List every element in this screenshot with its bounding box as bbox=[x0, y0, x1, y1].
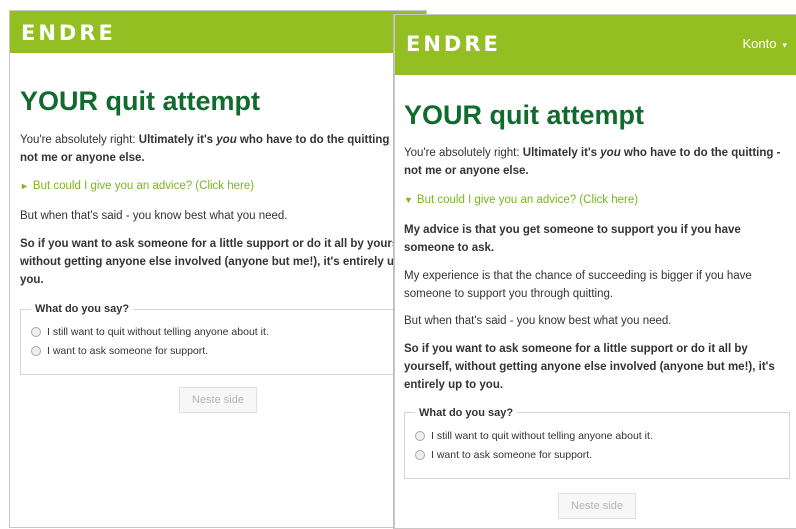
advice-toggle-link[interactable]: ▼ But could I give you an advice? (Click … bbox=[404, 192, 790, 210]
option-ask-support[interactable]: I want to ask someone for support. bbox=[415, 449, 779, 461]
but-when-text: But when that's said - you know best wha… bbox=[404, 315, 672, 328]
advice-toggle-label: But could I give you an advice? (Click h… bbox=[416, 194, 639, 207]
account-label: Konto bbox=[742, 36, 777, 51]
question-legend: What do you say? bbox=[35, 303, 130, 316]
question-legend: What do you say? bbox=[419, 406, 514, 419]
question-fieldset: What do you say? I still want to quit wi… bbox=[20, 303, 416, 376]
page-title: YOUR quit attempt bbox=[20, 86, 260, 116]
radio-button[interactable] bbox=[415, 430, 425, 441]
closing-text: So if you want to ask someone for a litt… bbox=[20, 237, 416, 286]
endre-logo[interactable]: ENDRE bbox=[406, 32, 501, 56]
endre-logo[interactable]: ENDRE bbox=[21, 21, 116, 45]
account-menu[interactable]: Konto ▾ bbox=[742, 36, 787, 51]
advice-heading: My advice is that you get someone to sup… bbox=[404, 224, 741, 254]
page-collapsed-view: ENDRE Konto YOUR quit attempt You're abs… bbox=[9, 10, 427, 528]
question-fieldset: What do you say? I still want to quit wi… bbox=[404, 406, 790, 479]
but-when-text: But when that's said - you know best wha… bbox=[20, 210, 288, 223]
option-quit-alone[interactable]: I still want to quit without telling any… bbox=[415, 430, 779, 442]
advice-detail: My experience is that the chance of succ… bbox=[404, 269, 752, 300]
radio-button[interactable] bbox=[31, 346, 41, 357]
next-page-button[interactable]: Neste side bbox=[179, 387, 257, 414]
intro-text: You're absolutely right: Ultimately it's… bbox=[404, 146, 781, 177]
header-bar: ENDRE Konto ▾ bbox=[395, 15, 796, 75]
closing-text: So if you want to ask someone for a litt… bbox=[404, 343, 775, 391]
triangle-right-icon: ► bbox=[20, 181, 29, 192]
main-content: YOUR quit attempt You're absolutely righ… bbox=[404, 100, 790, 519]
advice-toggle-link[interactable]: ► But could I give you an advice? (Click … bbox=[20, 178, 416, 196]
option-quit-alone[interactable]: I still want to quit without telling any… bbox=[31, 326, 405, 338]
header-bar: ENDRE Konto bbox=[10, 11, 426, 53]
advice-toggle-label: But could I give you an advice? (Click h… bbox=[32, 180, 255, 193]
radio-button[interactable] bbox=[415, 449, 425, 460]
main-content: YOUR quit attempt You're absolutely righ… bbox=[20, 86, 416, 414]
chevron-down-icon: ▾ bbox=[782, 40, 787, 50]
option-ask-support[interactable]: I want to ask someone for support. bbox=[31, 345, 405, 357]
triangle-down-icon: ▼ bbox=[404, 195, 413, 206]
next-page-button[interactable]: Neste side bbox=[558, 492, 636, 519]
page-expanded-view: ENDRE Konto ▾ YOUR quit attempt You're ab… bbox=[394, 14, 796, 529]
radio-button[interactable] bbox=[31, 327, 41, 338]
intro-text: You're absolutely right: Ultimately it's… bbox=[20, 133, 397, 164]
page-title: YOUR quit attempt bbox=[404, 100, 644, 130]
